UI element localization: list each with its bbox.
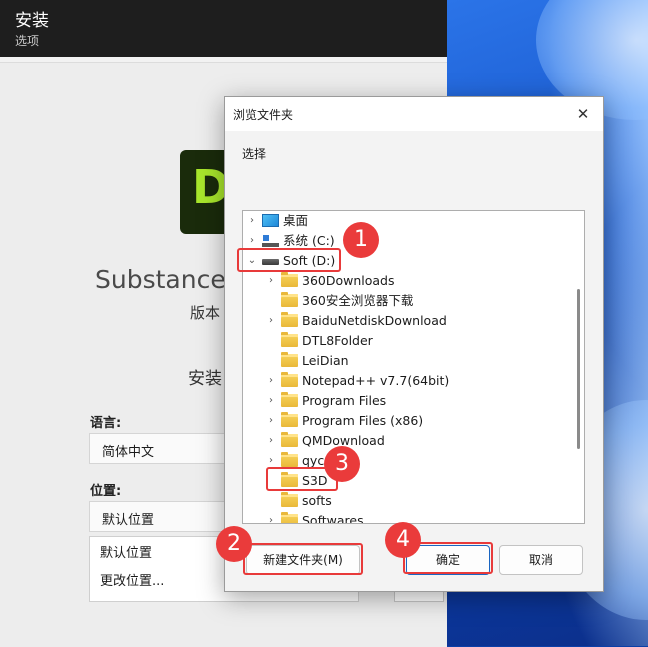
folder-icon	[281, 432, 298, 447]
desktop-icon	[262, 214, 279, 227]
location-value: 默认位置	[102, 513, 155, 528]
drive-icon	[262, 259, 279, 265]
chevron-right-icon[interactable]: ›	[265, 311, 277, 331]
tree-item-label: 系统 (C:)	[283, 233, 335, 248]
browse-folder-dialog: 浏览文件夹 ✕ 选择 › 桌面 › 系统 (C:) ⌄ Soft (D:) › …	[224, 96, 604, 592]
folder-icon	[281, 492, 298, 507]
folder-icon	[281, 312, 298, 327]
folder-icon	[281, 452, 298, 467]
tree-item-label: 桌面	[283, 213, 309, 228]
chevron-right-icon[interactable]: ›	[265, 411, 277, 431]
tree-item-label: Softwares	[302, 513, 364, 524]
step-4-marker: 4	[385, 522, 421, 558]
language-label: 语言:	[90, 416, 122, 431]
location-label: 位置:	[90, 484, 122, 499]
chevron-down-icon[interactable]: ⌄	[246, 251, 258, 271]
cancel-button[interactable]: 取消	[499, 545, 583, 575]
tree-item-label: softs	[302, 493, 332, 508]
step-3-marker: 3	[324, 446, 360, 482]
chevron-right-icon[interactable]: ›	[265, 511, 277, 523]
chevron-right-icon[interactable]: ›	[265, 431, 277, 451]
tree-item-label: 360Downloads	[302, 273, 395, 288]
tree-item-label: BaiduNetdiskDownload	[302, 313, 447, 328]
ok-button[interactable]: 确定	[406, 545, 490, 575]
step-2-marker: 2	[216, 526, 252, 562]
chevron-right-icon[interactable]: ›	[265, 371, 277, 391]
dialog-titlebar: 浏览文件夹 ✕	[225, 97, 603, 131]
folder-icon	[281, 472, 298, 487]
folder-icon	[281, 372, 298, 387]
chevron-right-icon[interactable]: ›	[265, 451, 277, 471]
tree-item-label: 360安全浏览器下载	[302, 293, 414, 308]
folder-tree[interactable]: › 桌面 › 系统 (C:) ⌄ Soft (D:) › 360Download…	[242, 210, 585, 524]
tree-item-label: Soft (D:)	[283, 253, 336, 268]
language-value: 简体中文	[102, 445, 155, 460]
installer-header: 安装 选项	[0, 0, 447, 57]
tree-scrollbar[interactable]	[577, 289, 580, 449]
version-label: 版本	[190, 304, 221, 322]
new-folder-button[interactable]: 新建文件夹(M)	[246, 545, 360, 575]
folder-icon	[281, 412, 298, 427]
chevron-right-icon[interactable]: ›	[265, 391, 277, 411]
tree-item-label: S3D	[302, 473, 328, 488]
folder-icon	[281, 392, 298, 407]
tree-item-label: Program Files	[302, 393, 387, 408]
system-drive-icon	[262, 234, 279, 247]
tree-item-label: LeiDian	[302, 353, 349, 368]
folder-icon	[281, 292, 298, 307]
install-section-title: 安装	[188, 369, 222, 389]
folder-icon	[281, 272, 298, 287]
chevron-right-icon[interactable]: ›	[265, 271, 277, 291]
tree-item-label: Program Files (x86)	[302, 413, 424, 428]
chevron-right-icon[interactable]: ›	[246, 211, 258, 231]
step-1-marker: 1	[343, 222, 379, 258]
installer-subtitle: 选项	[15, 34, 40, 48]
folder-icon	[281, 332, 298, 347]
tree-item-label: Notepad++ v7.7(64bit)	[302, 373, 450, 388]
dialog-prompt: 选择	[242, 147, 267, 161]
dialog-title: 浏览文件夹	[233, 108, 294, 122]
tree-item-label: DTL8Folder	[302, 333, 373, 348]
installer-title: 安装	[15, 11, 49, 31]
close-icon[interactable]: ✕	[569, 100, 597, 128]
folder-icon	[281, 512, 298, 523]
folder-icon	[281, 352, 298, 367]
chevron-right-icon[interactable]: ›	[246, 231, 258, 251]
